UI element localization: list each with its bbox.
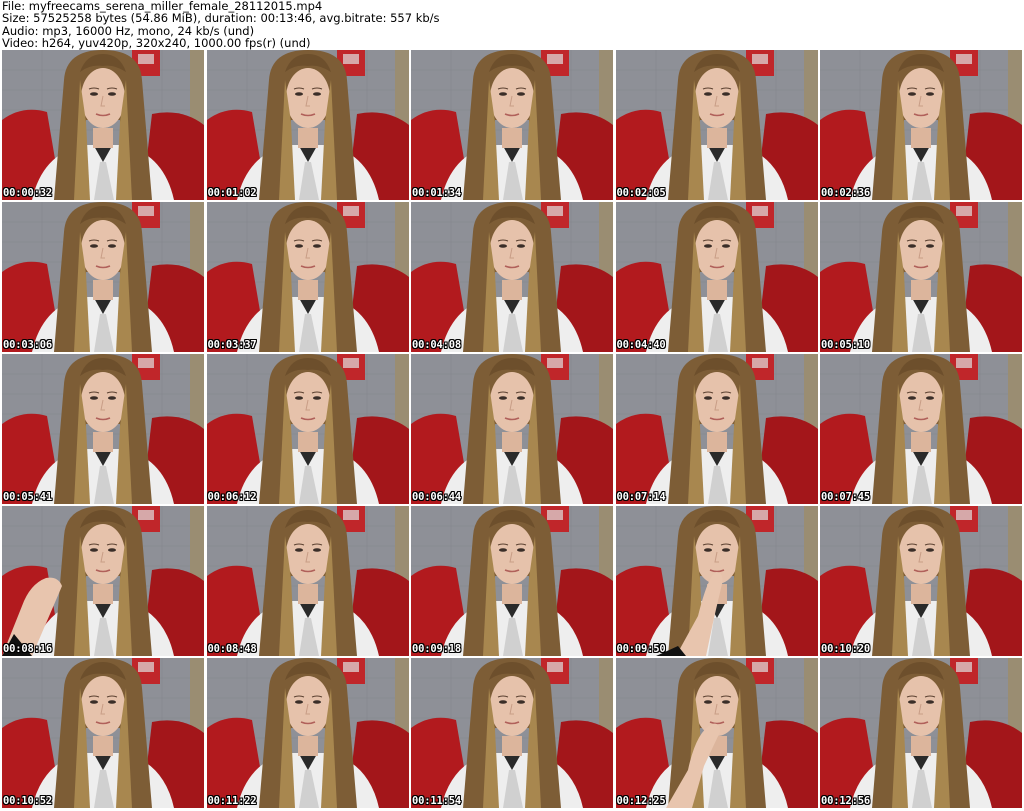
timestamp-label: 00:09:50 xyxy=(616,643,666,655)
frame-image xyxy=(206,354,409,504)
video-thumbnail-9: 00:04:40 xyxy=(615,202,818,352)
frame-image xyxy=(206,658,409,808)
timestamp-label: 00:00:32 xyxy=(3,187,52,199)
timestamp-label: 00:10:52 xyxy=(3,795,52,807)
timestamp-label: 00:11:54 xyxy=(412,795,461,807)
timestamp-label: 00:09:18 xyxy=(412,643,461,655)
video-thumbnail-20: 00:10:20 xyxy=(820,506,1022,656)
video-thumbnail-5: 00:02:36 xyxy=(820,50,1022,200)
video-thumbnail-11: 00:05:41 xyxy=(2,354,204,504)
frame-image xyxy=(820,202,1022,352)
frame-image xyxy=(2,354,204,504)
video-thumbnail-16: 00:08:16 xyxy=(2,506,204,656)
video-thumbnail-24: 00:12:25 xyxy=(615,658,818,808)
file-info-header: File: myfreecams_serena_miller_female_28… xyxy=(2,0,1022,50)
video-thumbnail-4: 00:02:05 xyxy=(615,50,818,200)
frame-image xyxy=(411,202,613,352)
frame-image xyxy=(820,506,1022,656)
video-thumbnail-7: 00:03:37 xyxy=(206,202,409,352)
frame-image xyxy=(206,506,409,656)
video-thumbnail-15: 00:07:45 xyxy=(820,354,1022,504)
file-size-line: Size: 57525258 bytes (54.86 MiB), durati… xyxy=(2,11,440,26)
timestamp-label: 00:08:16 xyxy=(3,643,52,655)
video-thumbnail-1: 00:00:32 xyxy=(2,50,204,200)
timestamp-label: 00:04:08 xyxy=(412,339,461,351)
video-thumbnail-17: 00:08:48 xyxy=(206,506,409,656)
frame-image xyxy=(820,354,1022,504)
timestamp-label: 00:01:34 xyxy=(412,187,461,199)
timestamp-label: 00:02:05 xyxy=(616,187,666,199)
frame-image xyxy=(411,658,613,808)
frame-image xyxy=(615,506,818,656)
timestamp-label: 00:06:44 xyxy=(412,491,461,503)
video-thumbnail-23: 00:11:54 xyxy=(411,658,613,808)
video-thumbnail-19: 00:09:50 xyxy=(615,506,818,656)
timestamp-label: 00:06:12 xyxy=(207,491,257,503)
timestamp-label: 00:11:22 xyxy=(207,795,257,807)
video-thumbnail-3: 00:01:34 xyxy=(411,50,613,200)
frame-image xyxy=(2,506,204,656)
frame-image xyxy=(615,50,818,200)
timestamp-label: 00:12:56 xyxy=(821,795,870,807)
timestamp-label: 00:03:06 xyxy=(3,339,52,351)
timestamp-label: 00:07:45 xyxy=(821,491,870,503)
timestamp-label: 00:05:41 xyxy=(3,491,52,503)
video-thumbnail-18: 00:09:18 xyxy=(411,506,613,656)
timestamp-label: 00:10:20 xyxy=(821,643,870,655)
video-thumbnail-25: 00:12:56 xyxy=(820,658,1022,808)
timestamp-label: 00:04:40 xyxy=(616,339,666,351)
frame-image xyxy=(820,658,1022,808)
timestamp-label: 00:12:25 xyxy=(616,795,666,807)
frame-image xyxy=(206,50,409,200)
timestamp-label: 00:01:02 xyxy=(207,187,257,199)
video-thumbnail-8: 00:04:08 xyxy=(411,202,613,352)
frame-image xyxy=(615,658,818,808)
frame-image xyxy=(411,506,613,656)
timestamp-label: 00:03:37 xyxy=(207,339,257,351)
video-thumbnail-22: 00:11:22 xyxy=(206,658,409,808)
frame-image xyxy=(2,202,204,352)
video-thumbnail-2: 00:01:02 xyxy=(206,50,409,200)
timestamp-label: 00:05:10 xyxy=(821,339,870,351)
frame-image xyxy=(2,658,204,808)
frame-image xyxy=(615,354,818,504)
video-thumbnail-10: 00:05:10 xyxy=(820,202,1022,352)
video-thumbnail-13: 00:06:44 xyxy=(411,354,613,504)
thumbnail-grid: 00:00:32 00:01:02 00:01:34 00:02:05 00:0… xyxy=(2,50,1022,811)
frame-image xyxy=(206,202,409,352)
frame-image xyxy=(411,354,613,504)
timestamp-label: 00:08:48 xyxy=(207,643,257,655)
frame-image xyxy=(411,50,613,200)
frame-image xyxy=(2,50,204,200)
video-info-line: Video: h264, yuv420p, 320x240, 1000.00 f… xyxy=(2,36,311,51)
video-thumbnail-12: 00:06:12 xyxy=(206,354,409,504)
timestamp-label: 00:02:36 xyxy=(821,187,870,199)
video-thumbnail-14: 00:07:14 xyxy=(615,354,818,504)
video-thumbnail-21: 00:10:52 xyxy=(2,658,204,808)
video-thumbnail-6: 00:03:06 xyxy=(2,202,204,352)
frame-image xyxy=(820,50,1022,200)
timestamp-label: 00:07:14 xyxy=(616,491,666,503)
frame-image xyxy=(615,202,818,352)
